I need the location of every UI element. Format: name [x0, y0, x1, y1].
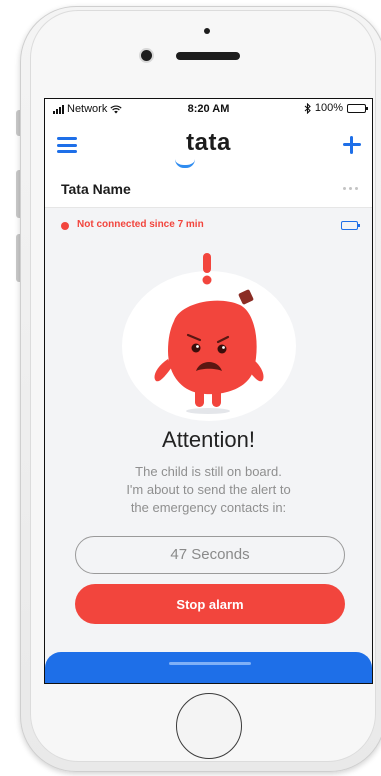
more-dots-icon[interactable] [343, 187, 358, 190]
logo-smile-mark [175, 159, 195, 168]
mascot-illustration [122, 247, 296, 421]
app-screen: Network 8:20 AM 100% tata Tata Name Not … [44, 98, 373, 684]
stage: Network 8:20 AM 100% tata Tata Name Not … [0, 0, 381, 776]
status-bar: Network 8:20 AM 100% [45, 99, 372, 119]
sheet-drag-handle[interactable] [169, 662, 251, 665]
alert-message-line: the emergency contacts in: [130, 500, 287, 515]
device-header: Tata Name [45, 171, 372, 208]
alert-message-line: The child is still on board. [135, 464, 282, 479]
proximity-sensor [204, 28, 210, 34]
battery-percent: 100% [314, 102, 343, 114]
alert-message: The child is still on board. I'm about t… [95, 463, 322, 517]
nav-bar: tata [45, 119, 372, 171]
status-right: 100% [304, 102, 368, 114]
connection-status-row: Not connected since 7 min [45, 217, 372, 235]
home-button[interactable] [176, 693, 242, 759]
alert-message-line: I'm about to send the alert to [126, 482, 291, 497]
stop-alarm-button[interactable]: Stop alarm [75, 584, 345, 624]
alert-title: Attention! [162, 427, 255, 452]
front-camera [141, 50, 152, 61]
device-battery-icon [341, 221, 360, 230]
bottom-sheet[interactable] [45, 652, 372, 683]
connection-status: Not connected since 7 min [77, 219, 204, 230]
app-logo: tata [186, 129, 231, 156]
battery-icon [347, 103, 368, 113]
countdown-display: 47 Seconds [75, 536, 345, 574]
status-dot-icon [61, 222, 69, 230]
bluetooth-icon [304, 102, 311, 114]
device-name: Tata Name [61, 181, 131, 197]
earpiece-speaker [176, 52, 240, 60]
plus-icon[interactable] [342, 135, 362, 155]
sad-mascot-icon [154, 253, 264, 414]
